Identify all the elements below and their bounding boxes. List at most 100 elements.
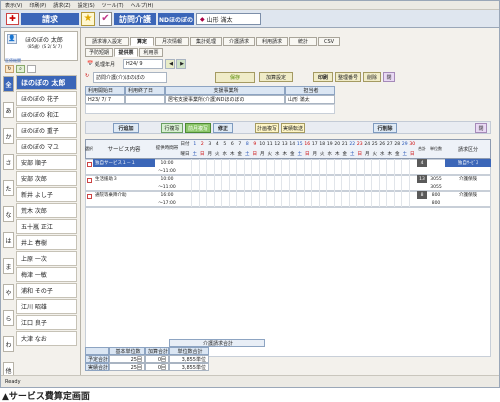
schedule-cell[interactable]: [341, 167, 349, 175]
schedule-cell[interactable]: [318, 159, 327, 167]
schedule-cell[interactable]: [213, 183, 222, 191]
schedule-cell[interactable]: [213, 191, 222, 199]
schedule-cell[interactable]: [341, 199, 349, 207]
schedule-cell[interactable]: [311, 183, 319, 191]
client-list-item[interactable]: ほのぼの 和江: [16, 107, 77, 122]
schedule-cell[interactable]: [326, 159, 334, 167]
plan-value-office[interactable]: 居宅支援事業所(介護)NDほのぼの: [165, 95, 285, 104]
schedule-cell[interactable]: [371, 191, 379, 199]
kana-tab-a[interactable]: あ: [3, 102, 14, 118]
menu-settings[interactable]: 設定(S): [78, 2, 95, 9]
schedule-cell[interactable]: [393, 199, 402, 207]
tab-csv[interactable]: CSV: [318, 37, 340, 46]
row-service[interactable]: 独自サービス１－１: [93, 159, 155, 167]
schedule-cell[interactable]: [288, 199, 297, 207]
tab-care-billing[interactable]: 介護請求: [223, 37, 255, 46]
subtab-preventive-short[interactable]: 予防短期: [85, 48, 113, 57]
schedule-cell[interactable]: [356, 199, 364, 207]
schedule-cell[interactable]: [371, 167, 379, 175]
schedule-cell[interactable]: [266, 167, 274, 175]
schedule-cell[interactable]: [236, 191, 244, 199]
schedule-cell[interactable]: [378, 159, 387, 167]
schedule-cell[interactable]: [288, 183, 297, 191]
schedule-cell[interactable]: [251, 199, 259, 207]
search-icon[interactable]: ⌕: [16, 65, 25, 73]
client-list-item[interactable]: 浦和 その子: [16, 283, 77, 298]
schedule-cell[interactable]: [206, 159, 214, 167]
schedule-cell[interactable]: [333, 183, 342, 191]
schedule-cell[interactable]: [198, 191, 207, 199]
schedule-cell[interactable]: [191, 191, 199, 199]
kana-tab-ra[interactable]: ら: [3, 310, 14, 326]
schedule-cell[interactable]: [356, 183, 364, 191]
schedule-cell[interactable]: [408, 191, 417, 199]
schedule-cell[interactable]: [401, 183, 409, 191]
schedule-cell[interactable]: [393, 183, 402, 191]
schedule-cell[interactable]: [408, 183, 417, 191]
schedule-cell[interactable]: [311, 167, 319, 175]
schedule-cell[interactable]: [221, 199, 229, 207]
schedule-cell[interactable]: [326, 167, 334, 175]
close-grid-button[interactable]: 閉: [475, 123, 487, 133]
menu-print[interactable]: 印刷(P): [29, 2, 46, 9]
filter-checkbox[interactable]: [27, 65, 36, 73]
schedule-cell[interactable]: [326, 191, 334, 199]
schedule-cell[interactable]: [243, 167, 252, 175]
schedule-cell[interactable]: [251, 175, 259, 183]
schedule-cell[interactable]: [348, 159, 357, 167]
schedule-cell[interactable]: [401, 175, 409, 183]
copy-previous-month-button[interactable]: 前月複写: [185, 123, 211, 133]
schedule-cell[interactable]: [243, 159, 252, 167]
schedule-cell[interactable]: [191, 183, 199, 191]
transfer-results-button[interactable]: 実績転送: [281, 123, 305, 133]
schedule-cell[interactable]: [333, 199, 342, 207]
kana-tab-sa[interactable]: さ: [3, 154, 14, 170]
schedule-cell[interactable]: [296, 199, 304, 207]
schedule-cell[interactable]: [296, 167, 304, 175]
row-checkbox[interactable]: [87, 194, 92, 199]
schedule-cell[interactable]: [356, 159, 364, 167]
schedule-cell[interactable]: [311, 175, 319, 183]
schedule-cell[interactable]: [228, 167, 237, 175]
schedule-cell[interactable]: [378, 175, 387, 183]
schedule-cell[interactable]: [363, 159, 372, 167]
schedule-cell[interactable]: [401, 167, 409, 175]
kana-tab-ma[interactable]: ま: [3, 258, 14, 274]
schedule-cell[interactable]: [213, 167, 222, 175]
schedule-cell[interactable]: [288, 191, 297, 199]
favorite-star-icon[interactable]: ★: [81, 12, 95, 26]
schedule-cell[interactable]: [228, 175, 237, 183]
schedule-cell[interactable]: [198, 183, 207, 191]
schedule-cell[interactable]: [303, 183, 312, 191]
schedule-cell[interactable]: [281, 183, 289, 191]
schedule-cell[interactable]: [206, 175, 214, 183]
schedule-cell[interactable]: [401, 199, 409, 207]
client-list-item[interactable]: 安部 次郎: [16, 171, 77, 186]
schedule-cell[interactable]: [303, 175, 312, 183]
schedule-cell[interactable]: [363, 191, 372, 199]
schedule-cell[interactable]: [288, 159, 297, 167]
client-list-item[interactable]: ほのぼの 花子: [16, 91, 77, 106]
schedule-cell[interactable]: [266, 191, 274, 199]
schedule-cell[interactable]: [363, 167, 372, 175]
schedule-cell[interactable]: [371, 159, 379, 167]
client-list-item[interactable]: 江口 良子: [16, 315, 77, 330]
schedule-cell[interactable]: [408, 159, 417, 167]
schedule-cell[interactable]: [266, 159, 274, 167]
delete-row-button[interactable]: 行削除: [373, 123, 397, 133]
schedule-cell[interactable]: [393, 167, 402, 175]
schedule-cell[interactable]: [408, 199, 417, 207]
next-month-icon[interactable]: ▶: [176, 59, 186, 69]
kana-tab-wa[interactable]: わ: [3, 336, 14, 352]
client-list-item[interactable]: 新井 よし子: [16, 187, 77, 202]
schedule-cell[interactable]: [386, 199, 394, 207]
client-list-item[interactable]: 梅津 一敏: [16, 267, 77, 282]
schedule-cell[interactable]: [198, 159, 207, 167]
staff-select[interactable]: ◆ 山形 滿太: [196, 13, 261, 25]
schedule-cell[interactable]: [296, 183, 304, 191]
schedule-cell[interactable]: [371, 199, 379, 207]
schedule-cell[interactable]: [288, 175, 297, 183]
schedule-cell[interactable]: [273, 183, 282, 191]
schedule-cell[interactable]: [393, 191, 402, 199]
schedule-cell[interactable]: [303, 191, 312, 199]
